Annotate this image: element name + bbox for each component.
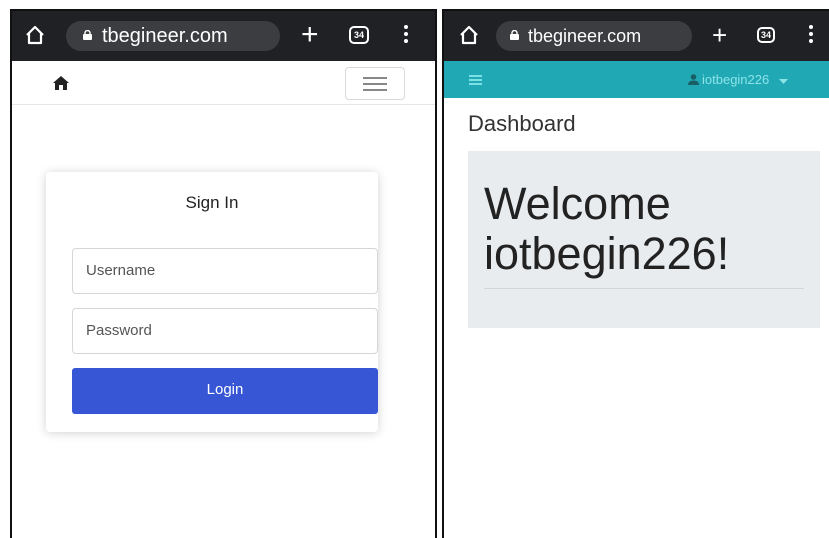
plus-icon[interactable]: + — [301, 20, 319, 50]
address-bar[interactable]: tbegineer.com — [496, 21, 692, 51]
site-navbar — [12, 61, 435, 105]
tabs-count-icon[interactable]: 34 — [757, 27, 775, 43]
username-input[interactable]: Username — [72, 248, 378, 294]
user-menu[interactable]: iotbegin226 — [688, 72, 791, 87]
password-input[interactable]: Password — [72, 308, 378, 354]
lock-icon — [83, 30, 92, 40]
signin-title: Sign In — [185, 193, 239, 212]
welcome-heading: Welcome iotbegin226! — [484, 179, 729, 279]
dashboard-screen: tbegineer.com + 34 iotbegin226 Dashboard… — [442, 9, 829, 538]
login-screen: tbegineer.com + 34 Sign In Username Pass… — [10, 9, 437, 538]
browser-toolbar: tbegineer.com + 34 — [12, 11, 435, 61]
dashboard-topbar: iotbegin226 — [444, 61, 829, 98]
menu-kebab-icon[interactable] — [809, 25, 813, 46]
home-icon[interactable] — [458, 24, 480, 46]
signin-card: Sign In Username Password Login — [46, 172, 378, 432]
page-title: Dashboard — [468, 111, 576, 136]
welcome-line-2: iotbegin226! — [484, 228, 730, 279]
lock-icon — [510, 30, 519, 40]
user-icon — [688, 74, 699, 85]
url-text: tbegineer.com — [102, 25, 228, 47]
login-button[interactable]: Login — [72, 368, 378, 414]
tab-count: 34 — [353, 30, 364, 40]
username-label: iotbegin226 — [702, 72, 770, 87]
address-bar[interactable]: tbegineer.com — [66, 21, 280, 51]
navbar-toggler-button[interactable] — [345, 67, 405, 100]
tab-count: 34 — [760, 30, 771, 40]
menu-kebab-icon[interactable] — [404, 25, 408, 46]
divider — [484, 288, 804, 289]
plus-icon[interactable]: + — [712, 20, 727, 50]
house-icon[interactable] — [52, 75, 70, 91]
hamburger-icon[interactable] — [469, 75, 482, 87]
welcome-line-1: Welcome — [484, 178, 671, 229]
home-icon[interactable] — [24, 24, 46, 46]
welcome-jumbotron: Welcome iotbegin226! — [468, 151, 820, 328]
browser-toolbar: tbegineer.com + 34 — [444, 11, 829, 61]
tabs-count-icon[interactable]: 34 — [349, 26, 369, 44]
caret-down-icon — [778, 79, 788, 84]
url-text: tbegineer.com — [528, 26, 642, 46]
